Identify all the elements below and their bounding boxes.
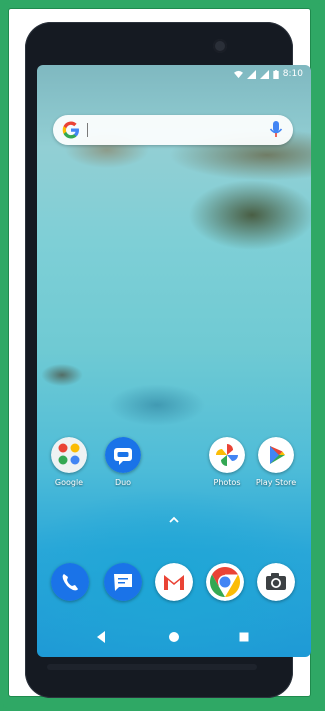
messages-icon[interactable]: [104, 563, 142, 601]
google-folder-icon: [51, 437, 87, 473]
app-photos[interactable]: Photos: [203, 437, 251, 487]
battery-icon: [273, 69, 279, 79]
status-time: 8:10: [282, 69, 303, 79]
app-duo[interactable]: Duo: [99, 437, 147, 487]
gmail-icon[interactable]: [155, 563, 193, 601]
phone-screen: 8:10 Google Duo Photos Play Store: [37, 65, 311, 657]
google-g-icon: [62, 121, 79, 139]
navigation-bar: [37, 623, 311, 651]
app-label-photos: Photos: [213, 478, 241, 487]
signal-icon-2: [259, 69, 269, 79]
app-label-duo: Duo: [114, 478, 132, 487]
search-input[interactable]: [87, 123, 88, 137]
play-store-icon: [258, 437, 294, 473]
back-icon[interactable]: [94, 630, 108, 644]
home-icon[interactable]: [167, 630, 181, 644]
duo-icon: [105, 437, 141, 473]
front-camera: [213, 39, 227, 53]
app-play-store[interactable]: Play Store: [252, 437, 300, 487]
camera-icon[interactable]: [257, 563, 295, 601]
app-label-play-store: Play Store: [255, 478, 297, 487]
wifi-icon: [233, 70, 243, 78]
signal-icon: [246, 69, 256, 79]
status-bar: 8:10: [233, 69, 303, 79]
mic-icon[interactable]: [269, 121, 283, 139]
photos-icon: [209, 437, 245, 473]
app-drawer-chevron-up-icon[interactable]: [168, 515, 180, 525]
chrome-icon[interactable]: [206, 563, 244, 601]
app-label-google: Google: [54, 478, 84, 487]
app-google-folder[interactable]: Google: [45, 437, 93, 487]
google-search-bar[interactable]: [53, 115, 293, 145]
phone-icon[interactable]: [51, 563, 89, 601]
recents-icon[interactable]: [237, 630, 251, 644]
bottom-bezel: [47, 664, 257, 670]
